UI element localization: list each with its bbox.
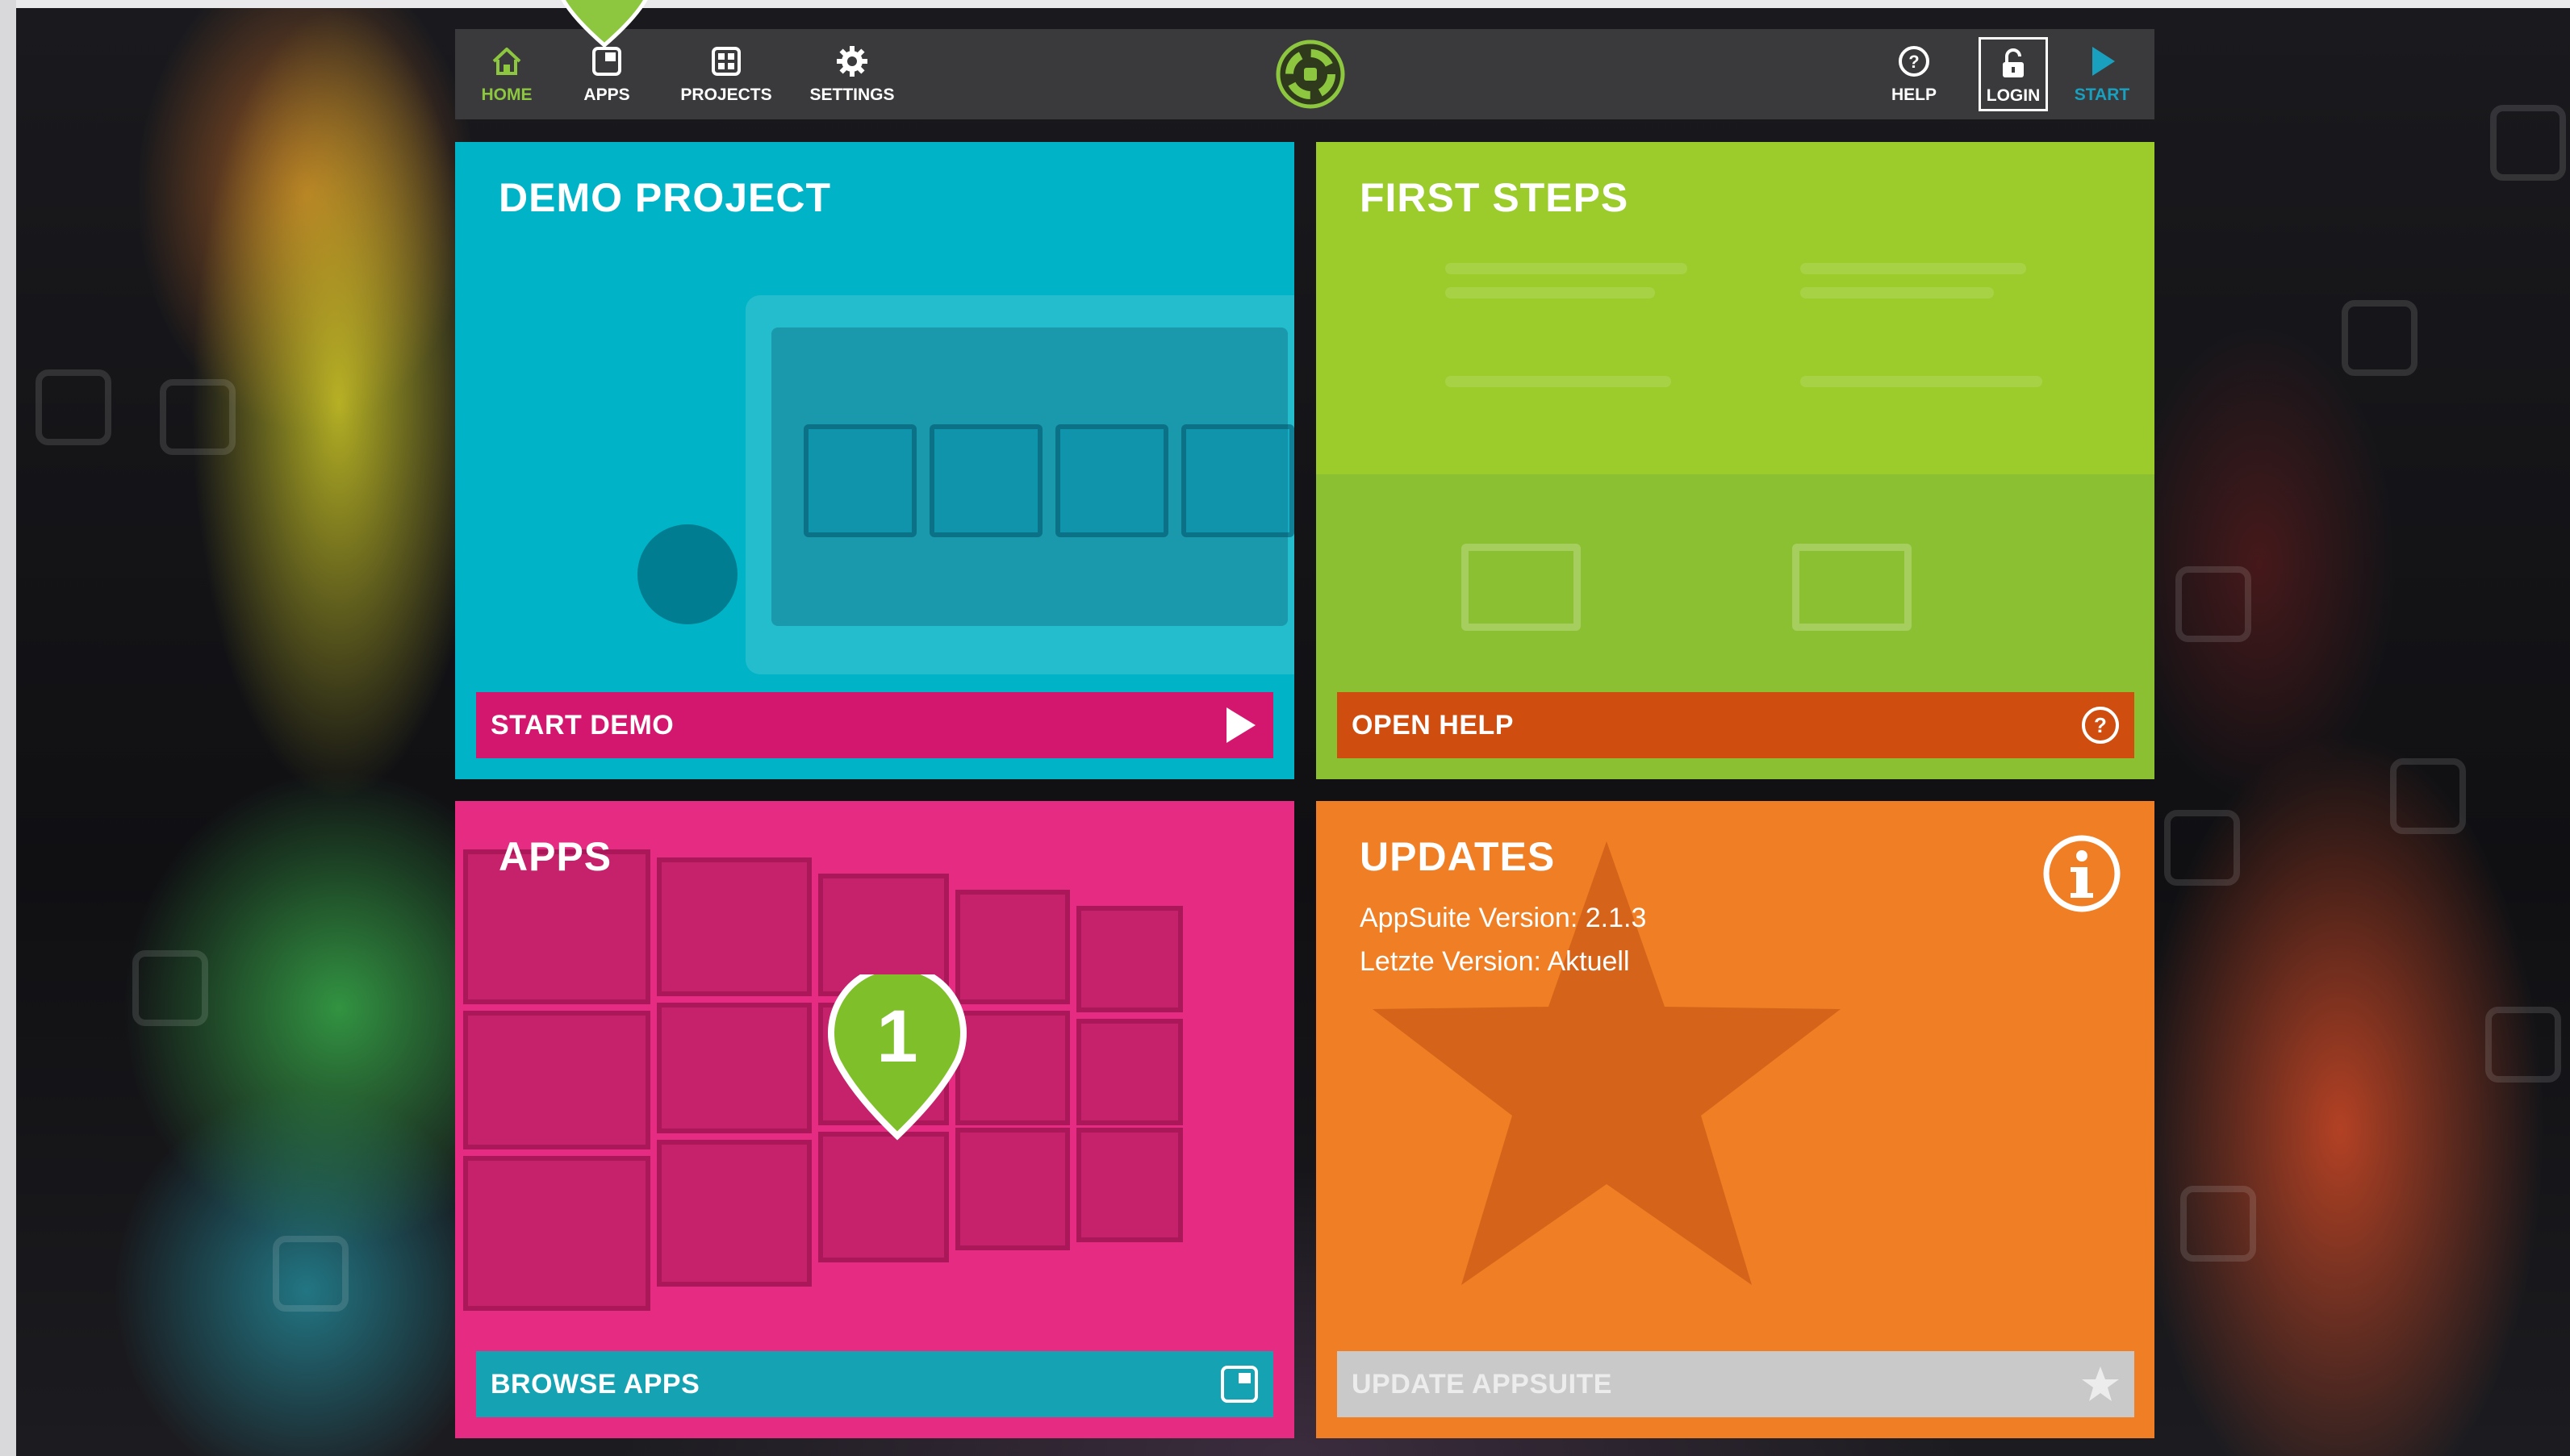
gesture-hint-decoration bbox=[1445, 263, 1687, 274]
nav-help-label: HELP bbox=[1891, 86, 1937, 104]
demo-disc-illustration bbox=[637, 524, 738, 624]
window-top-edge bbox=[0, 0, 2570, 8]
browse-apps-label: BROWSE APPS bbox=[491, 1368, 700, 1400]
open-help-button[interactable]: OPEN HELP ? bbox=[1337, 692, 2134, 758]
updates-tile: UPDATES AppSuite Version: 2.1.3 Letzte V… bbox=[1316, 801, 2154, 1438]
nav-start-label: START bbox=[2074, 86, 2130, 104]
tour-marker-pointer bbox=[561, 0, 648, 47]
browse-apps-button[interactable]: BROWSE APPS bbox=[476, 1351, 1273, 1417]
tour-marker-number: 1 bbox=[876, 995, 917, 1078]
gesture-hint-decoration bbox=[1445, 287, 1655, 298]
gesture-hint-decoration bbox=[1800, 263, 2026, 274]
svg-text:?: ? bbox=[2094, 713, 2107, 737]
demo-card-illustration bbox=[804, 424, 917, 537]
gear-icon bbox=[837, 46, 867, 77]
background-tile-icon bbox=[2490, 105, 2566, 181]
help-icon: ? bbox=[1899, 46, 1929, 77]
nav-settings-label: SETTINGS bbox=[809, 86, 895, 104]
demo-card-illustration bbox=[1181, 424, 1294, 537]
app-logo[interactable] bbox=[1275, 39, 1346, 110]
first-steps-tile[interactable]: FIRST STEPS OPEN HELP ? bbox=[1316, 142, 2154, 779]
projects-icon bbox=[712, 47, 741, 76]
app-thumbnail-illustration bbox=[955, 890, 1070, 1004]
app-thumbnail-illustration bbox=[818, 1132, 949, 1262]
gesture-hint-decoration bbox=[1445, 376, 1671, 387]
nav-projects[interactable]: PROJECTS bbox=[675, 44, 778, 113]
nav-apps-label: APPS bbox=[583, 86, 630, 104]
latest-version-text: Letzte Version: Aktuell bbox=[1360, 946, 1630, 977]
demo-screen-illustration bbox=[771, 327, 1294, 626]
start-demo-button[interactable]: START DEMO bbox=[476, 692, 1273, 758]
background-tile-icon bbox=[36, 369, 111, 445]
update-appsuite-label: UPDATE APPSUITE bbox=[1352, 1368, 1612, 1400]
app-thumbnail-illustration bbox=[955, 1128, 1070, 1250]
tour-marker-1[interactable]: 1 bbox=[826, 974, 968, 1144]
unlock-icon bbox=[2003, 48, 2024, 77]
nav-settings[interactable]: SETTINGS bbox=[800, 44, 904, 113]
apps-title: APPS bbox=[499, 834, 612, 879]
background-tile-icon bbox=[2175, 566, 2251, 642]
app-thumbnail-illustration bbox=[463, 1011, 650, 1149]
background-tile-icon bbox=[2180, 1186, 2256, 1262]
background-tile-icon bbox=[160, 379, 236, 455]
top-navigation-bar: HOME APPS PROJECTS SETTINGS ? HELP LOGIN… bbox=[455, 29, 2154, 119]
nav-home[interactable]: HOME bbox=[474, 44, 539, 113]
apps-icon bbox=[1221, 1366, 1258, 1403]
nav-projects-label: PROJECTS bbox=[680, 86, 772, 104]
play-icon bbox=[2092, 47, 2115, 76]
apps-icon bbox=[592, 47, 621, 76]
nav-help[interactable]: ? HELP bbox=[1882, 44, 1946, 113]
app-thumbnail-illustration bbox=[955, 1011, 1070, 1125]
demo-card-illustration bbox=[1055, 424, 1168, 537]
app-thumbnail-illustration bbox=[657, 857, 812, 996]
nav-apps[interactable]: APPS bbox=[575, 44, 639, 113]
nav-home-label: HOME bbox=[481, 86, 533, 104]
app-thumbnail-illustration bbox=[657, 1140, 812, 1287]
home-icon bbox=[492, 48, 521, 75]
window-left-edge bbox=[0, 0, 16, 1456]
demo-project-title: DEMO PROJECT bbox=[499, 175, 832, 220]
star-icon bbox=[2082, 1366, 2119, 1401]
info-icon[interactable] bbox=[2041, 833, 2122, 914]
gesture-frame-illustration bbox=[1461, 544, 1581, 631]
start-demo-label: START DEMO bbox=[491, 709, 675, 741]
app-thumbnail-illustration bbox=[1076, 906, 1183, 1012]
update-appsuite-button[interactable]: UPDATE APPSUITE bbox=[1337, 1351, 2134, 1417]
background-tile-icon bbox=[2390, 758, 2466, 834]
gesture-hint-decoration bbox=[1800, 287, 1994, 298]
updates-title: UPDATES bbox=[1360, 834, 1556, 879]
background-tile-icon bbox=[132, 950, 208, 1026]
svg-text:?: ? bbox=[1908, 52, 1919, 72]
gesture-frame-illustration bbox=[1792, 544, 1912, 631]
first-steps-title: FIRST STEPS bbox=[1360, 175, 1629, 220]
app-thumbnail-illustration bbox=[1076, 1128, 1183, 1242]
app-thumbnail-illustration bbox=[1076, 1019, 1183, 1125]
gesture-hint-decoration bbox=[1800, 376, 2042, 387]
nav-login[interactable]: LOGIN bbox=[1979, 37, 2048, 111]
background-tile-icon bbox=[2342, 300, 2417, 376]
background-tile-icon bbox=[273, 1236, 349, 1312]
background-tile-icon bbox=[2485, 1007, 2561, 1083]
nav-start[interactable]: START bbox=[2066, 44, 2138, 113]
app-thumbnail-illustration bbox=[463, 1156, 650, 1311]
appsuite-version-text: AppSuite Version: 2.1.3 bbox=[1360, 903, 1647, 933]
demo-project-tile[interactable]: DEMO PROJECT START DEMO bbox=[455, 142, 1294, 779]
background-tile-icon bbox=[2164, 810, 2240, 886]
play-icon bbox=[1226, 707, 1256, 743]
demo-card-illustration bbox=[930, 424, 1043, 537]
help-icon: ? bbox=[2082, 707, 2119, 744]
nav-login-label: LOGIN bbox=[1986, 86, 2041, 105]
app-thumbnail-illustration bbox=[657, 1003, 812, 1133]
demo-illustration bbox=[746, 295, 1294, 674]
open-help-label: OPEN HELP bbox=[1352, 709, 1514, 741]
